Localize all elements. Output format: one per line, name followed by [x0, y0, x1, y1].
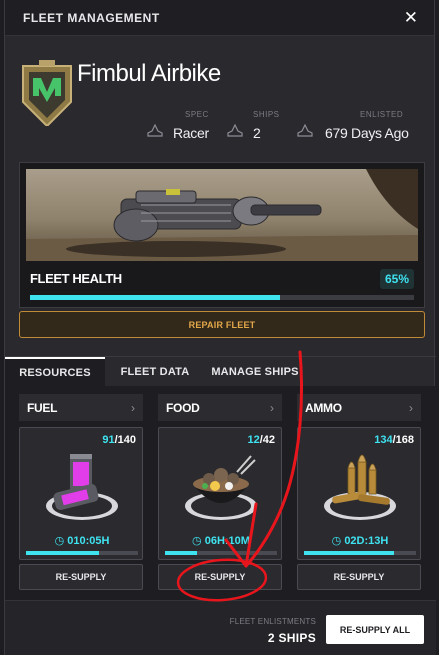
fleet-health-bar [30, 295, 414, 300]
resource-timer: ◷ 02D:13H [331, 535, 389, 547]
resource-count: 91/140 [102, 434, 136, 446]
resource-body: 134/168 ◷ 02D:13H [297, 427, 421, 560]
resource-count: 12/42 [247, 434, 275, 446]
resource-card-fuel: FUEL › 91/140 ◷ 010:05H [19, 394, 143, 560]
ship-icon [227, 124, 243, 137]
fleet-health-percent: 65% [379, 269, 414, 289]
food-bowl-icon [185, 455, 257, 520]
fleet-health-fill [30, 295, 280, 300]
resource-body: 91/140 ◷ 010:05H [19, 427, 143, 560]
fleet-name: Fimbul Airbike [77, 60, 221, 87]
resupply-ammo-button[interactable]: RE-SUPPLY [297, 564, 421, 590]
resource-bar-fill [165, 551, 198, 555]
fleet-crest-icon [22, 60, 72, 126]
ship-icon [147, 124, 163, 137]
resource-bar [165, 551, 277, 555]
clock-icon: ◷ [331, 535, 345, 547]
spec-value: Racer [173, 125, 209, 141]
resupply-all-button[interactable]: RE-SUPPLY ALL [326, 615, 424, 644]
chevron-right-icon: › [409, 400, 413, 415]
ship-icon [297, 124, 313, 137]
resource-count: 134/168 [374, 434, 414, 446]
resource-bar [26, 551, 138, 555]
resource-name: FOOD [166, 400, 200, 415]
ships-value: 2 [253, 125, 261, 141]
resource-header[interactable]: AMMO › [297, 394, 421, 421]
spec-label: SPEC [185, 110, 209, 119]
tab-bar: RESOURCES FLEET DATA MANAGE SHIPS [5, 356, 436, 387]
fuel-canister-icon [46, 454, 118, 520]
tab-resources[interactable]: RESOURCES [5, 357, 105, 387]
resource-body: 12/42 ◷ 06H:10M [158, 427, 282, 560]
resource-name: FUEL [27, 400, 58, 415]
fleet-enlistments-value: 2 SHIPS [267, 631, 316, 645]
fleet-hero-card: FLEET HEALTH 65% [19, 162, 425, 308]
resource-header[interactable]: FUEL › [19, 394, 143, 421]
resource-timer: ◷ 06H:10M [192, 535, 250, 547]
panel-title: FLEET MANAGEMENT [23, 10, 160, 25]
tab-manage-ships[interactable]: MANAGE SHIPS [205, 357, 305, 387]
clock-icon: ◷ [192, 535, 205, 547]
airbike-image [26, 169, 418, 261]
resource-bar [304, 551, 416, 555]
repair-fleet-button[interactable]: REPAIR FLEET [19, 311, 425, 338]
fleet-health-label: FLEET HEALTH [30, 271, 122, 286]
resource-timer: ◷ 010:05H [54, 535, 110, 547]
resupply-food-button[interactable]: RE-SUPPLY [158, 564, 282, 590]
resupply-fuel-button[interactable]: RE-SUPPLY [19, 564, 143, 590]
resources-section: FUEL › 91/140 ◷ 010:05H RE-SUPPLY FOOD ›… [5, 386, 436, 600]
resource-header[interactable]: FOOD › [158, 394, 282, 421]
enlisted-label: ENLISTED [360, 110, 404, 119]
resource-bar-fill [304, 551, 394, 555]
ships-label: SHIPS [253, 110, 280, 119]
chevron-right-icon: › [270, 400, 274, 415]
close-icon[interactable]: ✕ [404, 8, 418, 28]
fleet-enlistments-label: FLEET ENLISTMENTS [229, 617, 316, 626]
ammo-bullets-icon [324, 454, 396, 520]
panel-header: FLEET MANAGEMENT ✕ [5, 0, 434, 36]
clock-icon: ◷ [54, 535, 68, 547]
resource-bar-fill [26, 551, 99, 555]
enlisted-value: 679 Days Ago [325, 125, 409, 141]
panel-footer: FLEET ENLISTMENTS 2 SHIPS RE-SUPPLY ALL [5, 600, 436, 655]
tab-fleet-data[interactable]: FLEET DATA [105, 357, 205, 387]
fleet-management-panel: FLEET MANAGEMENT ✕ Fimbul Airbike SPEC R… [4, 0, 436, 655]
resource-card-food: FOOD › 12/42 ◷ 06H:10M [158, 394, 282, 560]
resource-name: AMMO [305, 400, 342, 415]
resource-card-ammo: AMMO › 134/168 ◷ 02D:13H [297, 394, 421, 560]
chevron-right-icon: › [131, 400, 135, 415]
